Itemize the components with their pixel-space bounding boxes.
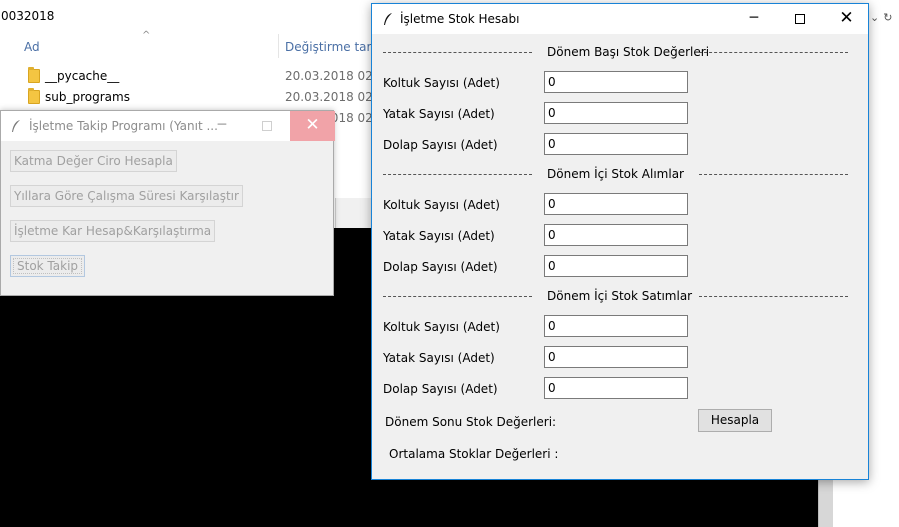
close-icon[interactable]: ✕ xyxy=(824,4,869,34)
sales-koltuk-input[interactable] xyxy=(544,315,688,337)
sales-yatak-input[interactable] xyxy=(544,346,688,368)
title-bar[interactable]: İşletme Takip Programı (Yanıt ... ─ ✕ xyxy=(1,111,335,141)
field-label: Yatak Sayısı (Adet) xyxy=(383,229,495,243)
stok-takip-button[interactable]: Stok Takip xyxy=(10,255,86,277)
window-title: İşletme Stok Hesabı xyxy=(400,12,520,26)
folder-icon xyxy=(28,88,40,104)
column-header-name[interactable]: Ad xyxy=(24,40,40,54)
opening-yatak-input[interactable] xyxy=(544,102,688,124)
refresh-icon[interactable]: ↻ xyxy=(883,11,892,24)
section-divider xyxy=(383,296,532,297)
address-bar[interactable]: 0032018 xyxy=(0,6,360,26)
sort-up-icon: ^ xyxy=(142,30,151,41)
maximize-icon[interactable] xyxy=(784,4,816,34)
file-list-header: ^ Ad Değiştirme tarihi xyxy=(0,30,386,62)
purchase-dolap-input[interactable] xyxy=(544,255,688,277)
section-title-sales: Dönem İçi Stok Satımlar xyxy=(547,289,693,303)
close-icon[interactable]: ✕ xyxy=(290,111,335,141)
field-label: Yatak Sayısı (Adet) xyxy=(383,351,495,365)
address-bar-controls: ⌄ ↻ xyxy=(866,6,899,28)
section-title-purchases: Dönem İçi Stok Alımlar xyxy=(547,167,684,181)
field-label: Dolap Sayısı (Adet) xyxy=(383,138,498,152)
minimize-icon[interactable]: ─ xyxy=(738,4,770,34)
hesapla-button[interactable]: Hesapla xyxy=(698,409,772,432)
stock-calc-window: İşletme Stok Hesabı ─ ✕ Dönem Başı Stok … xyxy=(371,3,869,480)
section-divider xyxy=(699,174,848,175)
kar-hesap-button[interactable]: İşletme Kar Hesap&Karşılaştırma xyxy=(10,220,216,242)
feather-icon xyxy=(384,13,392,25)
section-title-opening: Dönem Başı Stok Değerleri xyxy=(547,45,710,59)
field-label: Yatak Sayısı (Adet) xyxy=(383,107,495,121)
sales-dolap-input[interactable] xyxy=(544,377,688,399)
file-name: sub_programs xyxy=(45,90,130,104)
feather-icon xyxy=(12,120,20,132)
folder-icon xyxy=(28,67,40,83)
average-stock-label: Ortalama Stoklar Değerleri : xyxy=(389,447,559,461)
field-label: Dolap Sayısı (Adet) xyxy=(383,260,498,274)
section-divider xyxy=(383,52,532,53)
column-divider[interactable] xyxy=(278,34,279,58)
purchase-koltuk-input[interactable] xyxy=(544,193,688,215)
title-bar[interactable]: İşletme Stok Hesabı ─ ✕ xyxy=(372,4,868,34)
window-title: İşletme Takip Programı (Yanıt ... xyxy=(29,119,218,133)
tracking-program-window: İşletme Takip Programı (Yanıt ... ─ ✕ Ka… xyxy=(0,110,335,296)
opening-dolap-input[interactable] xyxy=(544,133,688,155)
list-item[interactable]: __pycache__ 20.03.2018 02:29 xyxy=(0,66,392,86)
field-label: Koltuk Sayısı (Adet) xyxy=(383,320,500,334)
field-label: Dolap Sayısı (Adet) xyxy=(383,382,498,396)
file-name: __pycache__ xyxy=(45,69,120,83)
list-item[interactable]: sub_programs 20.03.2018 02:29 xyxy=(0,87,392,107)
end-stock-label: Dönem Sonu Stok Değerleri: xyxy=(385,415,557,429)
section-divider xyxy=(699,296,848,297)
calisma-suresi-button[interactable]: Yıllara Göre Çalışma Süresi Karşılaştır xyxy=(10,185,243,207)
purchase-yatak-input[interactable] xyxy=(544,224,688,246)
opening-koltuk-input[interactable] xyxy=(544,71,688,93)
chevron-down-icon[interactable]: ⌄ xyxy=(870,11,879,24)
scrollbar[interactable] xyxy=(818,480,833,527)
section-divider xyxy=(383,174,532,175)
field-label: Koltuk Sayısı (Adet) xyxy=(383,76,500,90)
maximize-icon[interactable] xyxy=(251,111,283,141)
minimize-icon[interactable]: ─ xyxy=(206,111,238,141)
field-label: Koltuk Sayısı (Adet) xyxy=(383,198,500,212)
section-divider xyxy=(699,52,848,53)
katma-deger-button[interactable]: Katma Değer Ciro Hesapla xyxy=(10,150,177,172)
